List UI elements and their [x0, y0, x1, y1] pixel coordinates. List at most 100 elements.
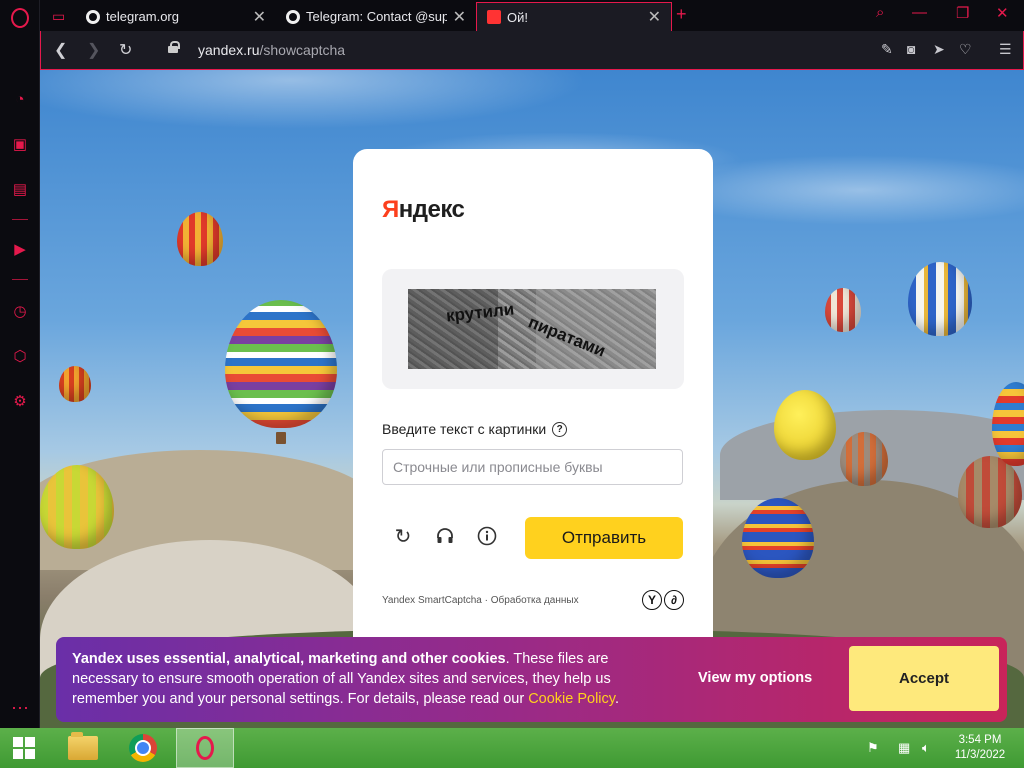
hot-air-balloon [177, 212, 223, 266]
restore-button[interactable]: ❐ [956, 4, 969, 22]
prompt-text: Введите текст с картинки [382, 421, 547, 437]
start-button[interactable] [8, 728, 40, 768]
captcha-word: крутили [445, 299, 516, 326]
volume-icon[interactable]: 🔈︎ [922, 740, 930, 756]
folder-icon [68, 732, 98, 760]
network-icon[interactable]: ▦ [898, 740, 910, 756]
captcha-image: крутили пиратами [408, 289, 656, 369]
logo-first-letter: Я [382, 196, 399, 223]
history-icon[interactable]: ◷ [9, 300, 31, 322]
chrome-icon [129, 734, 157, 762]
hot-air-balloon [825, 288, 861, 332]
headphones-icon [437, 528, 453, 543]
yandex-leaf-badge-icon: ∂ [664, 590, 684, 610]
bookmark-heart-icon[interactable]: ♡ [959, 41, 972, 58]
twitch-icon[interactable]: ▤ [9, 178, 31, 200]
close-tab-icon[interactable]: ✕ [648, 7, 661, 27]
captcha-input[interactable] [382, 449, 683, 485]
opera-icon [196, 736, 214, 760]
opera-taskbar-button[interactable] [176, 728, 234, 768]
refresh-captcha-icon[interactable]: ↻ [391, 524, 415, 548]
tab-label: telegram.org [106, 9, 179, 24]
tab-telegram-org[interactable]: telegram.org ✕ [76, 2, 276, 31]
cookie-banner: Yandex uses essential, analytical, marke… [56, 637, 1007, 722]
snapshot-camera-icon[interactable]: ◙ [907, 41, 915, 57]
minimize-button[interactable]: — [912, 4, 927, 21]
close-tab-icon[interactable]: ✕ [253, 7, 266, 27]
hot-air-balloon [992, 382, 1024, 466]
cookie-bold-text: Yandex uses essential, analytical, marke… [72, 651, 506, 667]
url-path: /showcaptcha [259, 42, 346, 58]
captcha-prompt: Введите текст с картинки ? [382, 421, 568, 437]
hot-air-balloon [908, 262, 972, 336]
lock-icon [168, 41, 180, 53]
opera-menu-button[interactable] [9, 7, 31, 29]
hot-air-balloon [774, 390, 836, 460]
view-options-button[interactable]: View my options [698, 670, 812, 686]
accept-cookies-button[interactable]: Accept [849, 646, 999, 711]
workspaces-icon[interactable]: ▣ [9, 133, 31, 155]
close-window-button[interactable]: ✕ [996, 4, 1009, 22]
desktop: ◔ ▣ ▤ ▶ ◷ ⬡ ⚙ ⋯ ▭ telegram.org ✕ Telegra… [0, 0, 1024, 768]
hot-air-balloon [840, 432, 888, 486]
yandex-icon [487, 10, 501, 24]
hot-air-balloon [40, 465, 114, 549]
extensions-cube-icon[interactable]: ⬡ [9, 345, 31, 367]
submit-button[interactable]: Отправить [525, 517, 683, 559]
file-explorer-button[interactable] [58, 728, 108, 768]
easy-setup-icon[interactable]: ☰ [999, 41, 1012, 58]
sidebar-more-icon[interactable]: ⋯ [9, 697, 31, 719]
globe-icon [86, 9, 100, 24]
settings-gear-icon[interactable]: ⚙ [9, 390, 31, 412]
tab-yandex-captcha[interactable]: Ой! ✕ [476, 2, 672, 31]
search-tabs-icon[interactable]: ⌕ [876, 4, 884, 21]
captcha-image-frame: крутили пиратами [382, 269, 684, 389]
tab-label: Ой! [507, 9, 528, 25]
clock-date: 11/3/2022 [954, 749, 1006, 761]
captcha-page: Яндекс крутили пиратами Введите текст с … [40, 70, 1024, 728]
tab-telegram-contact[interactable]: Telegram: Contact @supern ✕ [276, 2, 476, 31]
sidebar-divider [12, 279, 28, 280]
send-icon[interactable]: ➤ [933, 41, 945, 58]
address-bar: ❮ ❯ ↻ yandex.ru/showcaptcha ✎ ◙ ➤ ♡ ☰ [40, 31, 1024, 70]
action-center-flag-icon[interactable]: ⚑ [867, 740, 879, 756]
captcha-word: пиратами [525, 312, 609, 361]
help-icon[interactable]: ? [552, 421, 568, 437]
cookie-end-text: . [614, 691, 619, 707]
cookie-text: Yandex uses essential, analytical, marke… [72, 649, 662, 709]
windows-logo-icon [13, 737, 35, 759]
tab-strip: ▭ telegram.org ✕ Telegram: Contact @supe… [40, 0, 1024, 31]
balloon-basket [276, 432, 286, 444]
close-tab-icon[interactable]: ✕ [453, 7, 466, 27]
back-button[interactable]: ❮ [54, 40, 67, 60]
info-circle-icon [477, 526, 497, 546]
edit-icon[interactable]: ✎ [881, 41, 893, 58]
url-field[interactable]: yandex.ru/showcaptcha [198, 42, 345, 58]
globe-icon [286, 9, 300, 24]
system-clock[interactable]: 3:54 PM 11/3/2022 [950, 733, 1010, 763]
player-icon[interactable]: ▶ [9, 238, 31, 260]
reload-button[interactable]: ↻ [119, 40, 132, 60]
speed-dial-icon[interactable]: ◔ [9, 88, 31, 110]
windows-taskbar: ⚑ ▦ 🔈︎ 3:54 PM 11/3/2022 [0, 728, 1024, 768]
clock-time: 3:54 PM [958, 734, 1002, 746]
cookie-policy-link[interactable]: Cookie Policy [528, 691, 615, 707]
gamepad-icon: ▭ [52, 8, 66, 24]
opera-logo-icon [11, 8, 29, 28]
info-icon[interactable] [475, 524, 499, 548]
url-host: yandex.ru [198, 42, 260, 58]
sidebar-divider [12, 219, 28, 220]
opera-sidebar: ◔ ▣ ▤ ▶ ◷ ⬡ ⚙ ⋯ [0, 0, 40, 728]
tab-gx-corner[interactable]: ▭ [46, 2, 76, 31]
hot-air-balloon [958, 456, 1022, 528]
audio-captcha-icon[interactable] [433, 524, 457, 548]
new-tab-button[interactable]: + [676, 4, 687, 25]
yandex-logo: Яндекс [382, 196, 465, 224]
yandex-y-badge-icon: Y [642, 590, 662, 610]
hot-air-balloon [742, 498, 814, 578]
chrome-taskbar-button[interactable] [116, 728, 170, 768]
captcha-footer-links[interactable]: Yandex SmartCaptcha · Обработка данных [382, 595, 579, 606]
logo-rest: ндекс [398, 196, 465, 223]
forward-button[interactable]: ❯ [87, 40, 100, 60]
hot-air-balloon [225, 300, 337, 428]
